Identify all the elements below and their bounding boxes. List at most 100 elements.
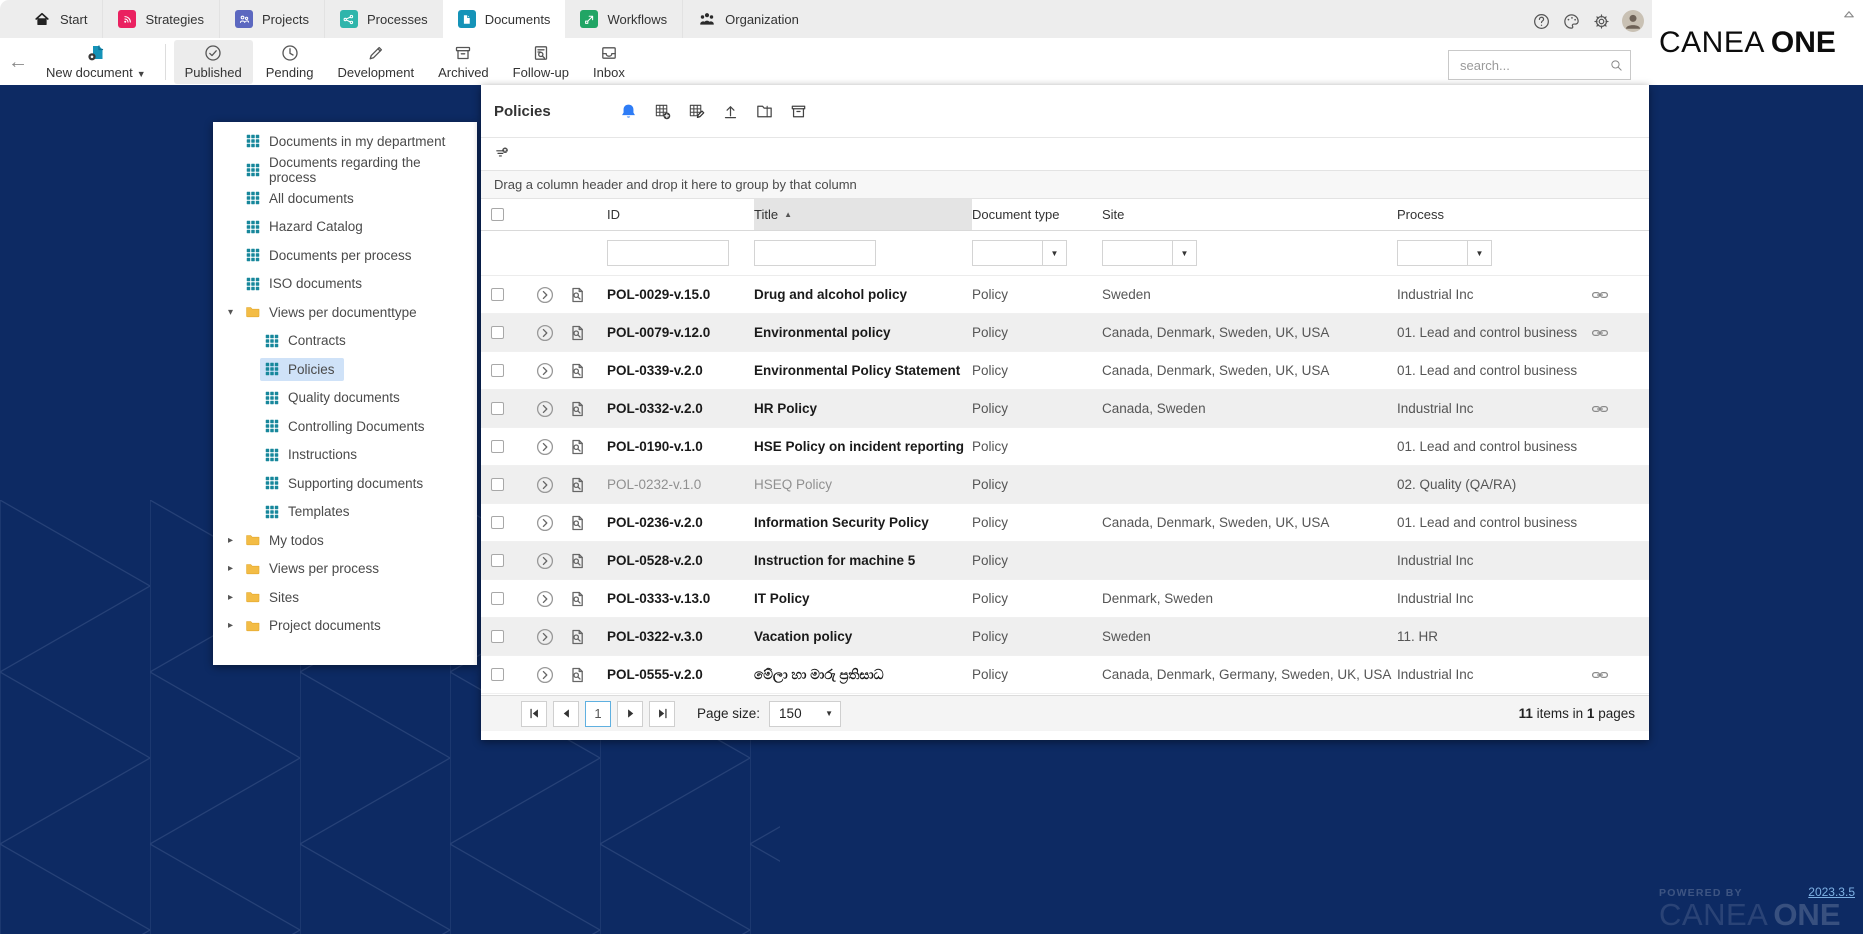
table-row[interactable]: POL-0232-v.1.0HSEQ PolicyPolicy02. Quali…	[481, 466, 1649, 504]
page-next-button[interactable]	[617, 701, 643, 727]
expand-row-icon[interactable]	[535, 437, 555, 457]
select-all-checkbox[interactable]	[491, 208, 504, 221]
filter-clear-icon[interactable]	[494, 146, 510, 162]
published-view-button[interactable]: Published	[174, 40, 253, 84]
page-last-button[interactable]	[649, 701, 675, 727]
expand-row-icon[interactable]	[535, 627, 555, 647]
preview-doc-icon[interactable]	[567, 513, 587, 533]
expand-row-icon[interactable]	[535, 513, 555, 533]
preview-doc-icon[interactable]	[567, 361, 587, 381]
table-row[interactable]: POL-0528-v.2.0Instruction for machine 5P…	[481, 542, 1649, 580]
bell-icon[interactable]	[619, 102, 638, 121]
row-checkbox[interactable]	[491, 402, 504, 415]
table-row[interactable]: POL-0322-v.3.0Vacation policyPolicySwede…	[481, 618, 1649, 656]
row-checkbox[interactable]	[491, 440, 504, 453]
row-checkbox[interactable]	[491, 668, 504, 681]
link-icon[interactable]	[1590, 323, 1610, 343]
development-view-button[interactable]: Development	[326, 40, 425, 84]
row-checkbox[interactable]	[491, 364, 504, 377]
expand-row-icon[interactable]	[535, 323, 555, 343]
row-checkbox[interactable]	[491, 478, 504, 491]
preview-doc-icon[interactable]	[567, 323, 587, 343]
sidebar-item-policies[interactable]: Policies	[213, 355, 477, 384]
tab-strategies[interactable]: Strategies	[102, 0, 219, 38]
new-document-button[interactable]: New document▼	[35, 40, 157, 84]
sidebar-item-documents-regarding-the-process[interactable]: Documents regarding the process	[213, 156, 477, 185]
theme-icon[interactable]	[1562, 12, 1581, 31]
expand-row-icon[interactable]	[535, 399, 555, 419]
expand-row-icon[interactable]	[535, 475, 555, 495]
sidebar-item-controlling-documents[interactable]: Controlling Documents	[213, 412, 477, 441]
expand-row-icon[interactable]	[535, 665, 555, 685]
preview-doc-icon[interactable]	[567, 475, 587, 495]
sidebar-item-iso-documents[interactable]: ISO documents	[213, 270, 477, 299]
table-row[interactable]: POL-0555-v.2.0මේලා හා මාරු ප්‍රතිසාධPoli…	[481, 656, 1649, 694]
filter-input-id[interactable]	[607, 240, 729, 266]
gear-icon[interactable]	[1592, 12, 1611, 31]
preview-doc-icon[interactable]	[567, 589, 587, 609]
expand-row-icon[interactable]	[535, 551, 555, 571]
folder-move-icon[interactable]	[755, 102, 774, 121]
sidebar-item-instructions[interactable]: Instructions	[213, 441, 477, 470]
filter-input-title[interactable]	[754, 240, 876, 266]
filter-select-process[interactable]: ▼	[1397, 240, 1492, 266]
expand-row-icon[interactable]	[535, 361, 555, 381]
row-checkbox[interactable]	[491, 288, 504, 301]
table-row[interactable]: POL-0332-v.2.0HR PolicyPolicyCanada, Swe…	[481, 390, 1649, 428]
tab-workflows[interactable]: Workflows	[565, 0, 682, 38]
chevron-down-icon[interactable]: ▼	[1172, 241, 1196, 265]
sidebar-item-sites[interactable]: ▸Sites	[213, 583, 477, 612]
table-row[interactable]: POL-0190-v.1.0HSE Policy on incident rep…	[481, 428, 1649, 466]
table-row[interactable]: POL-0333-v.13.0IT PolicyPolicyDenmark, S…	[481, 580, 1649, 618]
avatar[interactable]	[1622, 10, 1644, 32]
inbox-view-button[interactable]: Inbox	[582, 40, 636, 84]
sidebar-item-documents-per-process[interactable]: Documents per process	[213, 241, 477, 270]
preview-doc-icon[interactable]	[567, 665, 587, 685]
filter-select-site[interactable]: ▼	[1102, 240, 1197, 266]
help-icon[interactable]	[1532, 12, 1551, 31]
archive-box-icon[interactable]	[789, 102, 808, 121]
sidebar-item-views-per-process[interactable]: ▸Views per process	[213, 555, 477, 584]
preview-doc-icon[interactable]	[567, 627, 587, 647]
tab-organization[interactable]: Organization	[682, 0, 814, 38]
preview-doc-icon[interactable]	[567, 551, 587, 571]
tab-documents[interactable]: Documents	[443, 0, 566, 38]
chevron-down-icon[interactable]: ▼	[1042, 241, 1066, 265]
sidebar-item-views-per-documenttype[interactable]: ▾Views per documenttype	[213, 298, 477, 327]
column-header-type[interactable]: Document type	[972, 207, 1102, 222]
table-row[interactable]: POL-0029-v.15.0Drug and alcohol policyPo…	[481, 276, 1649, 314]
table-row[interactable]: POL-0339-v.2.0Environmental Policy State…	[481, 352, 1649, 390]
sidebar-item-hazard-catalog[interactable]: Hazard Catalog	[213, 213, 477, 242]
search-icon[interactable]	[1609, 58, 1624, 73]
page-prev-button[interactable]	[553, 701, 579, 727]
column-header-title[interactable]: Title▲	[754, 199, 972, 230]
tab-start[interactable]: Start	[18, 0, 102, 38]
table-row[interactable]: POL-0236-v.2.0Information Security Polic…	[481, 504, 1649, 542]
tab-processes[interactable]: Processes	[324, 0, 443, 38]
collapse-triangle-icon[interactable]	[1842, 7, 1856, 19]
row-checkbox[interactable]	[491, 326, 504, 339]
sidebar-item-supporting-documents[interactable]: Supporting documents	[213, 469, 477, 498]
column-header-id[interactable]: ID	[607, 207, 754, 222]
sidebar-item-contracts[interactable]: Contracts	[213, 327, 477, 356]
sidebar-item-project-documents[interactable]: ▸Project documents	[213, 612, 477, 641]
page-first-button[interactable]	[521, 701, 547, 727]
filter-select-type[interactable]: ▼	[972, 240, 1067, 266]
sidebar-item-my-todos[interactable]: ▸My todos	[213, 526, 477, 555]
row-checkbox[interactable]	[491, 592, 504, 605]
upload-icon[interactable]	[721, 102, 740, 121]
row-checkbox[interactable]	[491, 630, 504, 643]
column-header-site[interactable]: Site	[1102, 207, 1397, 222]
expand-row-icon[interactable]	[535, 589, 555, 609]
preview-doc-icon[interactable]	[567, 285, 587, 305]
link-icon[interactable]	[1590, 399, 1610, 419]
chevron-down-icon[interactable]: ▼	[1467, 241, 1491, 265]
row-checkbox[interactable]	[491, 554, 504, 567]
column-header-process[interactable]: Process	[1397, 207, 1590, 222]
link-icon[interactable]	[1590, 285, 1610, 305]
sidebar-item-templates[interactable]: Templates	[213, 498, 477, 527]
page-size-select[interactable]: 150 ▼	[769, 701, 841, 727]
tab-projects[interactable]: Projects	[219, 0, 324, 38]
search-input[interactable]	[1458, 57, 1609, 74]
page-number-current[interactable]: 1	[585, 701, 611, 727]
